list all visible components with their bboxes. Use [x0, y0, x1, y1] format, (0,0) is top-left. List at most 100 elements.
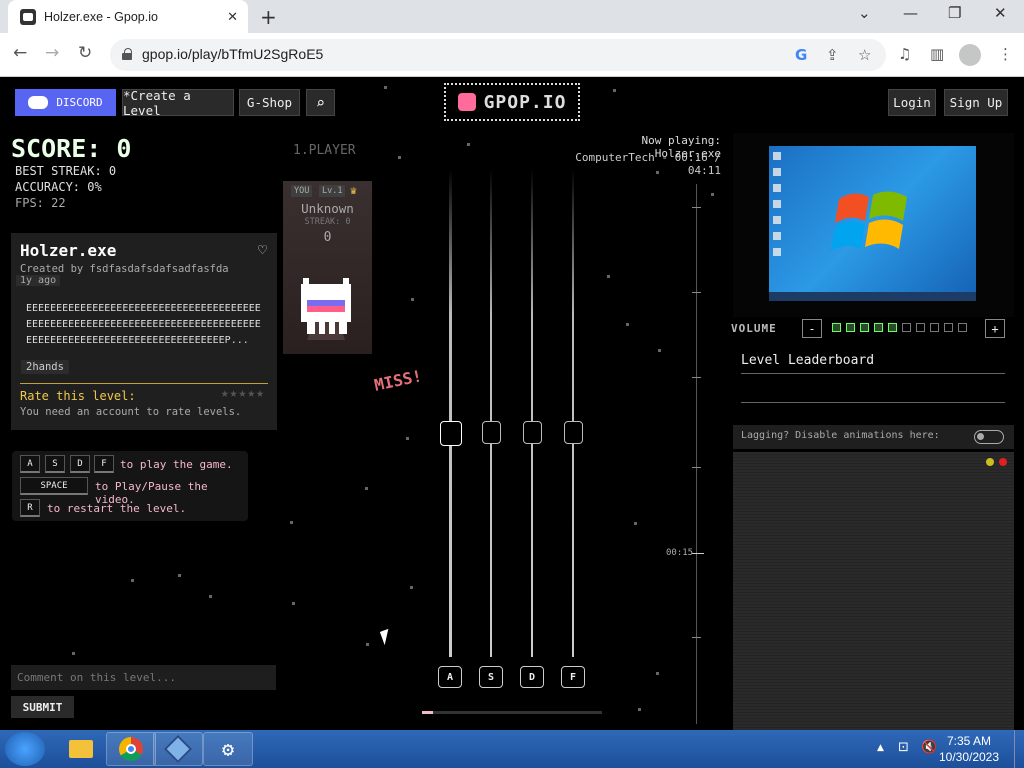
signup-button[interactable]: Sign Up [944, 89, 1008, 116]
browser-toolbar: ← → ↻ gpop.io/play/bTfmU2SgRoE5 G ⇪ ☆ ♫ … [0, 33, 1024, 77]
rate-divider [20, 383, 268, 384]
windows-logo-icon [831, 191, 907, 251]
background-star [634, 522, 637, 525]
share-icon[interactable]: ⇪ [826, 46, 839, 64]
level-tag[interactable]: 2hands [21, 360, 69, 374]
clock-date: 10/30/2023 [938, 750, 1000, 764]
play-help-text: to play the game. [120, 458, 233, 471]
volume-segment[interactable] [944, 323, 953, 332]
bookmark-star-icon[interactable]: ☆ [858, 46, 871, 64]
volume-segment[interactable] [860, 323, 869, 332]
level-title: Holzer.exe [20, 241, 117, 260]
system-clock[interactable]: 7:35 AM 10/30/2023 [930, 733, 1008, 765]
timeline-current-tick [692, 553, 704, 554]
reload-icon[interactable]: ↻ [78, 43, 92, 63]
gpop-logo[interactable]: GPOP.IO [444, 83, 580, 121]
lane-s-hit-target [482, 421, 501, 444]
window-close-icon[interactable]: ✕ [994, 4, 1007, 22]
background-star [410, 586, 413, 589]
background-star [613, 89, 616, 92]
lane-key-s[interactable]: S [479, 666, 503, 688]
key-s: S [45, 455, 65, 473]
video-player[interactable] [733, 133, 1014, 317]
status-dot-yellow [986, 458, 994, 466]
player-card[interactable]: YOU Lv.1 ♛ Unknown STREAK: 0 0 [283, 181, 372, 354]
key-r: R [20, 499, 40, 517]
volume-segment[interactable] [832, 323, 841, 332]
media-controls-icon[interactable]: ♫ [898, 45, 911, 63]
minimize-icon[interactable]: — [903, 4, 918, 22]
song-progress-bar[interactable] [422, 711, 602, 714]
chrome-taskbar-button[interactable] [106, 732, 156, 766]
login-button[interactable]: Login [888, 89, 936, 116]
volume-segment[interactable] [888, 323, 897, 332]
tab-close-icon[interactable]: ✕ [227, 9, 238, 25]
volume-segment[interactable] [846, 323, 855, 332]
desktop-icon [773, 152, 781, 160]
network-icon[interactable]: ⊡ [898, 740, 909, 755]
volume-segment[interactable] [874, 323, 883, 332]
tab-search-icon[interactable]: ⌄ [858, 4, 871, 22]
show-desktop-button[interactable] [1014, 730, 1024, 768]
discord-icon [28, 96, 49, 109]
background-star [178, 574, 181, 577]
new-tab-icon[interactable]: + [260, 5, 277, 29]
background-star [406, 437, 409, 440]
browser-tab-bar: Holzer.exe - Gpop.io ✕ + ⌄ — ❐ ✕ [0, 0, 1024, 33]
best-streak: BEST STREAK: 0 [15, 164, 117, 178]
address-bar[interactable]: gpop.io/play/bTfmU2SgRoE5 G ⇪ ☆ [110, 39, 886, 71]
start-button[interactable] [5, 732, 45, 766]
virtualbox-taskbar-button[interactable] [153, 732, 203, 766]
search-icon[interactable]: ⌕ [306, 89, 335, 116]
level-description: EEEEEEEEEEEEEEEEEEEEEEEEEEEEEEEEEEEEEEEE… [26, 303, 261, 346]
timeline-tick [692, 637, 701, 638]
side-panel-icon[interactable]: ▥ [930, 45, 944, 63]
settings-taskbar-button[interactable]: ⚙ [203, 732, 253, 766]
volume-segment[interactable] [930, 323, 939, 332]
show-hidden-icons-icon[interactable]: ▲ [877, 743, 884, 753]
volume-down-button[interactable]: - [802, 319, 822, 338]
restore-icon[interactable]: ❐ [948, 4, 961, 22]
lane-key-f[interactable]: F [561, 666, 585, 688]
volume-segment[interactable] [916, 323, 925, 332]
background-star [626, 323, 629, 326]
lock-icon[interactable] [122, 48, 132, 60]
volume-segment[interactable] [902, 323, 911, 332]
rating-stars[interactable]: ★★★★★ [221, 386, 265, 401]
gshop-button[interactable]: G-Shop [239, 89, 300, 116]
back-icon[interactable]: ← [13, 43, 27, 63]
create-level-button[interactable]: *Create a Level [122, 88, 234, 118]
lane-key-a[interactable]: A [438, 666, 462, 688]
gpop-logo-icon [457, 93, 476, 111]
lane-f-track [572, 169, 574, 657]
volume-up-button[interactable]: + [985, 319, 1005, 338]
lane-key-d[interactable]: D [520, 666, 544, 688]
disable-animations-toggle[interactable] [974, 430, 1004, 444]
favorite-heart-icon[interactable]: ♡ [258, 241, 267, 259]
file-explorer-button[interactable] [56, 732, 106, 766]
volume-segment[interactable] [958, 323, 967, 332]
mouse-cursor [379, 628, 394, 646]
submit-comment-button[interactable]: SUBMIT [11, 696, 74, 718]
menu-kebab-icon[interactable]: ⋮ [998, 45, 1013, 63]
chat-panel[interactable] [733, 452, 1014, 730]
comment-input[interactable] [11, 665, 276, 690]
background-star [131, 579, 134, 582]
background-star [366, 643, 369, 646]
background-star [72, 652, 75, 655]
background-star [711, 193, 714, 196]
rate-label: Rate this level: [20, 389, 136, 403]
profile-avatar-icon[interactable] [959, 44, 981, 66]
key-space: SPACE [20, 477, 88, 495]
player-list-header: 1.PLAYER [293, 143, 356, 158]
forward-icon[interactable]: → [45, 43, 59, 63]
browser-tab[interactable]: Holzer.exe - Gpop.io ✕ [8, 0, 248, 33]
desktop-icon [773, 184, 781, 192]
google-icon[interactable]: G [795, 46, 807, 64]
timeline-tick [692, 377, 701, 378]
level-creator[interactable]: Created by fsdfasdafsdafsadfasfda [20, 263, 229, 275]
rate-note: You need an account to rate levels. [20, 406, 242, 418]
player-streak: STREAK: 0 [304, 217, 351, 227]
discord-button[interactable]: DISCORD [15, 89, 116, 116]
url-text: gpop.io/play/bTfmU2SgRoE5 [142, 46, 324, 62]
